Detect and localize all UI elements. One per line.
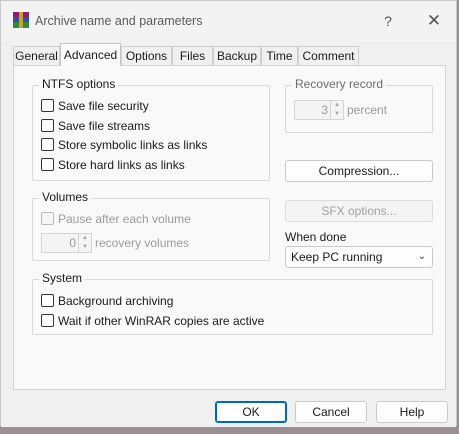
dialog-footer: OK Cancel Help [1, 393, 456, 427]
compression-button[interactable]: Compression... [285, 160, 433, 182]
recovery-record-title: Recovery record [292, 77, 387, 91]
checkbox-box[interactable] [41, 314, 54, 327]
window-title: Archive name and parameters [35, 14, 203, 28]
recovery-volumes-value: 0 [69, 236, 76, 250]
checkbox-box[interactable] [41, 119, 54, 132]
when-done-select[interactable]: Keep PC running ⌄ [285, 246, 433, 268]
save-file-security-checkbox[interactable]: Save file security [41, 98, 149, 114]
checkbox-box[interactable] [41, 138, 54, 151]
recovery-volumes-label: recovery volumes [95, 236, 190, 250]
tab-files[interactable]: Files [172, 46, 213, 65]
background-archiving-checkbox[interactable]: Background archiving [41, 293, 173, 309]
system-title: System [39, 271, 86, 285]
checkbox-box[interactable] [41, 212, 54, 225]
system-group: System Background archiving Wait if othe… [32, 271, 433, 335]
volumes-group: Volumes Pause after each volume 0 ▲ ▼ re… [32, 190, 270, 261]
checkbox-box[interactable] [41, 99, 54, 112]
recovery-volumes-spinner[interactable]: 0 ▲ ▼ [41, 233, 92, 253]
spin-down-icon[interactable]: ▼ [331, 110, 343, 119]
checkbox-box[interactable] [41, 294, 54, 307]
save-file-streams-checkbox[interactable]: Save file streams [41, 118, 150, 134]
checkbox-label: Pause after each volume [58, 212, 191, 226]
winrar-app-icon [13, 12, 29, 28]
ntfs-options-group: NTFS options Save file security Save fil… [32, 77, 270, 181]
chevron-down-icon[interactable]: ⌄ [418, 247, 426, 267]
advanced-tab-panel: NTFS options Save file security Save fil… [13, 65, 446, 390]
spin-down-icon[interactable]: ▼ [79, 243, 91, 252]
spin-up-icon[interactable]: ▲ [79, 234, 91, 243]
help-button[interactable]: Help [376, 401, 448, 423]
tab-options[interactable]: Options [121, 46, 172, 65]
sfx-options-button[interactable]: SFX options... [285, 200, 433, 222]
store-hard-links-checkbox[interactable]: Store hard links as links [41, 157, 185, 173]
tab-backup[interactable]: Backup [213, 46, 261, 65]
volumes-title: Volumes [39, 190, 92, 204]
ntfs-options-title: NTFS options [39, 77, 119, 91]
checkbox-box[interactable] [41, 158, 54, 171]
wait-other-winrar-checkbox[interactable]: Wait if other WinRAR copies are active [41, 313, 264, 329]
when-done-label: When done [285, 230, 347, 244]
close-icon[interactable]: ✕ [419, 9, 449, 33]
archive-parameters-dialog: Archive name and parameters ? ✕ General … [0, 0, 457, 427]
cancel-button[interactable]: Cancel [295, 401, 367, 423]
recovery-record-group: Recovery record 3 ▲ ▼ percent [285, 77, 433, 133]
tab-advanced[interactable]: Advanced [60, 43, 121, 66]
checkbox-label: Save file streams [58, 119, 151, 133]
tab-comment[interactable]: Comment [298, 46, 359, 65]
tab-general[interactable]: General [13, 46, 60, 65]
recovery-percent-value: 3 [321, 103, 328, 117]
spin-up-icon[interactable]: ▲ [331, 101, 343, 110]
checkbox-label: Store symbolic links as links [58, 138, 208, 152]
recovery-percent-unit: percent [347, 103, 388, 117]
help-icon[interactable]: ? [373, 9, 403, 33]
checkbox-label: Wait if other WinRAR copies are active [58, 314, 265, 328]
pause-after-each-volume-checkbox[interactable]: Pause after each volume [41, 211, 191, 227]
tab-time[interactable]: Time [261, 46, 298, 65]
title-bar: Archive name and parameters ? ✕ [1, 1, 456, 41]
checkbox-label: Store hard links as links [58, 158, 185, 172]
recovery-percent-spinner[interactable]: 3 ▲ ▼ [294, 100, 344, 120]
ok-button[interactable]: OK [215, 401, 287, 423]
checkbox-label: Save file security [58, 99, 149, 113]
when-done-selected-value: Keep PC running [291, 250, 383, 264]
checkbox-label: Background archiving [58, 294, 174, 308]
store-symbolic-links-checkbox[interactable]: Store symbolic links as links [41, 137, 207, 153]
